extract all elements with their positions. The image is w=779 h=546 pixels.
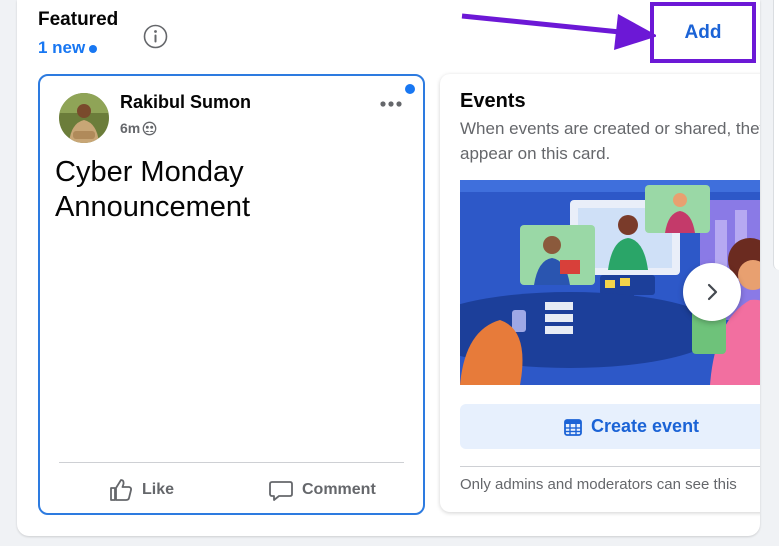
post-time: 6m	[120, 120, 141, 136]
comment-button[interactable]: Comment	[268, 475, 376, 505]
new-count-label: 1 new	[38, 38, 86, 57]
create-event-button[interactable]: Create event	[460, 404, 760, 449]
comment-label: Comment	[302, 481, 376, 498]
events-title: Events	[460, 90, 526, 112]
add-button[interactable]: Add	[656, 8, 750, 57]
thumbs-up-icon	[110, 479, 132, 501]
new-indicator-dot	[89, 45, 98, 53]
events-divider	[460, 466, 760, 467]
post-text: Cyber Monday Announcement	[55, 156, 251, 223]
like-button[interactable]: Like	[108, 475, 174, 505]
featured-panel: Featured 1 new Add Rakibul Sumon 6m Cybe…	[17, 0, 760, 536]
chevron-right-icon	[707, 283, 718, 301]
group-audience-icon	[142, 121, 157, 135]
adjacent-panel-edge	[773, 0, 779, 270]
events-card: Events When events are created or shared…	[440, 74, 760, 512]
post-divider	[59, 462, 404, 463]
comment-icon	[269, 481, 293, 501]
info-icon[interactable]	[143, 24, 168, 49]
avatar-photo	[59, 93, 109, 143]
annotation-arrow-icon	[461, 13, 658, 50]
featured-post-card[interactable]: Rakibul Sumon 6m Cyber Monday Announceme…	[38, 74, 425, 515]
create-event-label: Create event	[591, 416, 700, 436]
events-description: When events are created or shared, they …	[460, 119, 760, 163]
like-label: Like	[142, 481, 175, 498]
post-author[interactable]: Rakibul Sumon	[120, 92, 251, 113]
avatar[interactable]	[59, 93, 109, 143]
more-options-icon[interactable]	[378, 98, 404, 110]
events-visibility-note: Only admins and moderators can see this	[460, 476, 737, 493]
calendar-icon	[564, 418, 582, 436]
featured-title: Featured	[38, 9, 119, 30]
post-meta: 6m	[120, 120, 157, 136]
new-count-badge[interactable]: 1 new	[38, 38, 98, 58]
carousel-next-button[interactable]	[683, 263, 741, 321]
unread-dot	[405, 84, 415, 94]
